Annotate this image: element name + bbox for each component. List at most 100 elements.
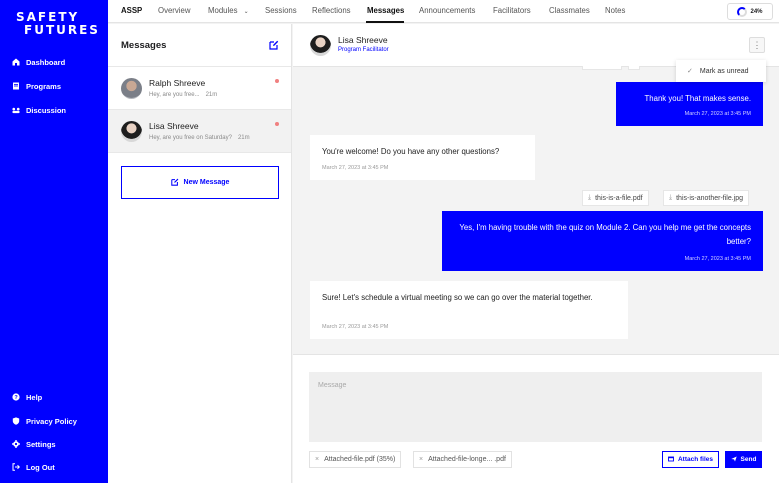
message-bubble-outgoing[interactable]: Thank you! That makes sense. March 27, 2… bbox=[616, 82, 763, 126]
preview-text: Hey, are you free on Saturday? bbox=[149, 135, 232, 141]
message-timestamp: March 27, 2023 at 3:45 PM bbox=[322, 165, 389, 171]
new-message-button[interactable]: New Message bbox=[121, 166, 279, 199]
logout-icon bbox=[12, 463, 20, 471]
sidebar-item-dashboard[interactable]: Dashboard bbox=[12, 56, 65, 68]
unread-indicator bbox=[275, 79, 279, 83]
kebab-icon: ⋮ bbox=[752, 39, 762, 50]
progress-value: 24% bbox=[750, 8, 763, 15]
message-input[interactable] bbox=[309, 372, 762, 442]
preview-time: 21m bbox=[205, 92, 218, 98]
conversation-item-selected[interactable]: Lisa Shreeve Hey, are you free on Saturd… bbox=[108, 110, 291, 153]
message-bubble-outgoing[interactable]: Yes, I'm having trouble with the quiz on… bbox=[442, 211, 763, 271]
active-tab-indicator bbox=[366, 21, 404, 23]
home-icon bbox=[12, 58, 20, 66]
logo-line-1: SAFETY bbox=[16, 10, 80, 24]
sidebar-item-log-out[interactable]: Log Out bbox=[12, 461, 55, 473]
conversation-preview: Hey, are you free on Saturday? 21m bbox=[149, 135, 250, 141]
conversation-list-header: Messages bbox=[108, 24, 291, 67]
sidebar-item-label: Settings bbox=[26, 439, 56, 449]
sidebar: SAFETY FUTURES Dashboard Programs Discus… bbox=[0, 0, 108, 483]
shield-icon bbox=[12, 417, 20, 425]
logo-line-2: FUTURES bbox=[24, 23, 100, 37]
tab-reflections[interactable]: Reflections bbox=[312, 6, 351, 15]
messages-title: Messages bbox=[121, 40, 167, 51]
help-icon: ? bbox=[12, 393, 20, 401]
conversation-name: Lisa Shreeve bbox=[149, 121, 199, 131]
preview-text: Hey, are you free... bbox=[149, 92, 200, 98]
file-chip-partial bbox=[582, 66, 622, 70]
sidebar-item-privacy-policy[interactable]: Privacy Policy bbox=[12, 415, 77, 427]
close-icon[interactable]: × bbox=[315, 456, 319, 463]
more-options-button[interactable]: ⋮ bbox=[749, 37, 765, 53]
send-label: Send bbox=[740, 456, 757, 463]
message-composer: × Attached-file.pdf (35%) × Attached-fil… bbox=[293, 354, 779, 483]
sidebar-item-label: Privacy Policy bbox=[26, 416, 77, 426]
send-button[interactable]: Send bbox=[725, 451, 762, 468]
mark-as-unread-option[interactable]: Mark as unread bbox=[700, 68, 749, 75]
conversation-item[interactable]: Ralph Shreeve Hey, are you free... 21m bbox=[108, 67, 291, 110]
file-name: this-is-another-file.jpg bbox=[676, 194, 744, 202]
sidebar-item-programs[interactable]: Programs bbox=[12, 80, 61, 92]
unread-indicator bbox=[275, 122, 279, 126]
sidebar-item-discussion[interactable]: Discussion bbox=[12, 104, 66, 116]
options-dropdown: ✓ Mark as unread bbox=[676, 60, 766, 82]
pending-attachment[interactable]: × Attached-file-longe... .pdf bbox=[413, 451, 512, 468]
compose-icon bbox=[170, 178, 179, 188]
safety-futures-logo[interactable]: SAFETY FUTURES bbox=[16, 11, 100, 37]
tab-overview[interactable]: Overview bbox=[158, 6, 191, 15]
tab-label: Modules bbox=[208, 6, 238, 15]
tab-notes[interactable]: Notes bbox=[605, 6, 625, 15]
chat-contact-role: Program Facilitator bbox=[338, 47, 389, 53]
attachment-name: Attached-file-longe... .pdf bbox=[428, 456, 506, 463]
download-icon: ⤓ bbox=[669, 194, 673, 201]
new-message-label: New Message bbox=[183, 179, 230, 186]
message-bubble-incoming[interactable]: Sure! Let's schedule a virtual meeting s… bbox=[310, 281, 628, 339]
tab-messages[interactable]: Messages bbox=[367, 6, 404, 15]
paperclip-icon bbox=[668, 456, 674, 464]
message-bubble-incoming[interactable]: You're welcome! Do you have any other qu… bbox=[310, 135, 535, 180]
attach-files-button[interactable]: Attach files bbox=[662, 451, 719, 468]
download-icon: ⤓ bbox=[588, 194, 592, 201]
preview-time: 21m bbox=[237, 135, 250, 141]
attachment-name: Attached-file.pdf (35%) bbox=[324, 456, 396, 463]
program-name[interactable]: ASSP bbox=[121, 6, 142, 15]
course-progress[interactable]: 24% bbox=[727, 3, 773, 20]
sidebar-item-label: Programs bbox=[26, 81, 62, 91]
avatar bbox=[121, 121, 142, 142]
sidebar-item-label: Dashboard bbox=[26, 57, 66, 67]
message-text: Thank you! That makes sense. bbox=[644, 94, 751, 103]
chat-icon bbox=[12, 106, 20, 114]
sidebar-item-label: Discussion bbox=[26, 105, 67, 115]
conversation-preview: Hey, are you free... 21m bbox=[149, 92, 217, 98]
message-timestamp: March 27, 2023 at 3:45 PM bbox=[322, 324, 389, 330]
tab-classmates[interactable]: Classmates bbox=[549, 6, 590, 15]
file-attachment[interactable]: ⤓ this-is-a-file.pdf bbox=[582, 190, 649, 206]
sidebar-item-settings[interactable]: Settings bbox=[12, 438, 56, 450]
sidebar-item-label: Log Out bbox=[26, 462, 55, 472]
compose-icon[interactable] bbox=[269, 40, 279, 53]
top-navigation: ASSP Overview Modules ⌄ Sessions Reflect… bbox=[108, 0, 779, 23]
book-icon bbox=[12, 82, 20, 90]
avatar bbox=[310, 35, 331, 56]
sidebar-item-help[interactable]: ? Help bbox=[12, 391, 42, 403]
tab-sessions[interactable]: Sessions bbox=[265, 6, 297, 15]
avatar bbox=[121, 78, 142, 99]
gear-icon bbox=[12, 440, 20, 448]
chevron-down-icon: ⌄ bbox=[243, 9, 249, 15]
file-attachment[interactable]: ⤓ this-is-another-file.jpg bbox=[663, 190, 750, 206]
file-name: this-is-a-file.pdf bbox=[595, 194, 643, 202]
message-timestamp: March 27, 2023 at 3:45 PM bbox=[684, 111, 751, 117]
conversation-list: Messages Ralph Shreeve Hey, are you free… bbox=[108, 24, 292, 483]
pending-attachment[interactable]: × Attached-file.pdf (35%) bbox=[309, 451, 402, 468]
chat-contact-name: Lisa Shreeve bbox=[338, 35, 388, 45]
tab-facilitators[interactable]: Facilitators bbox=[493, 6, 531, 15]
sidebar-item-label: Help bbox=[26, 392, 43, 402]
check-icon: ✓ bbox=[687, 68, 693, 75]
send-icon bbox=[730, 456, 737, 464]
close-icon[interactable]: × bbox=[419, 456, 423, 463]
tab-announcements[interactable]: Announcements bbox=[419, 6, 475, 15]
progress-ring-icon bbox=[737, 6, 748, 17]
tab-modules[interactable]: Modules ⌄ bbox=[208, 6, 249, 15]
conversation-name: Ralph Shreeve bbox=[149, 78, 206, 88]
message-text: Yes, I'm having trouble with the quiz on… bbox=[459, 223, 751, 246]
